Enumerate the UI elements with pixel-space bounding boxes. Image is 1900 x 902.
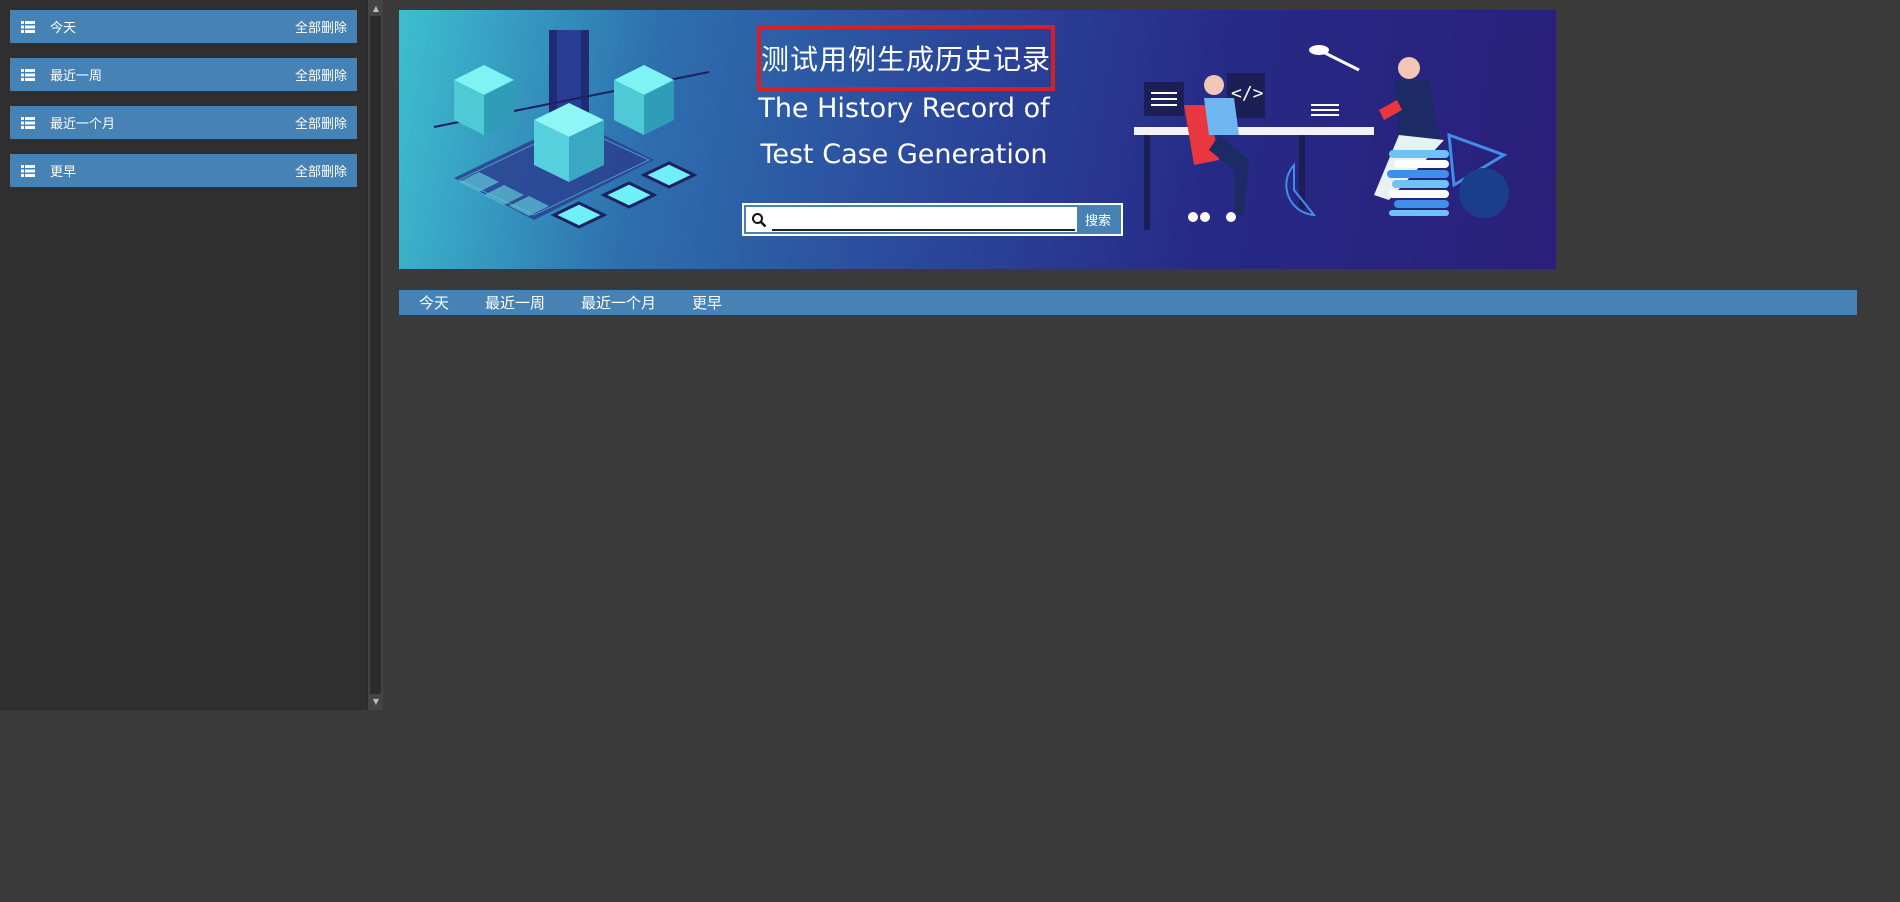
history-sidebar: 今天 全部删除 最近一周 全部删除 最近一个月 全部删除 更早 全部删除 [0,0,367,710]
sidebar-scrollbar[interactable]: ▲ ▼ [367,0,383,710]
tab-week[interactable]: 最近一周 [467,292,563,313]
list-icon [21,68,35,81]
tab-month[interactable]: 最近一个月 [563,292,674,313]
sidebar-group-label: 最近一个月 [50,117,116,132]
delete-all-button[interactable]: 全部删除 [295,17,347,36]
list-icon [21,116,35,129]
scrollbar-thumb[interactable] [370,16,381,694]
server-cluster-illustration [433,30,710,229]
banner-subtitle-line2: Test Case Generation [760,139,1048,170]
tab-today[interactable]: 今天 [399,292,467,313]
sidebar-group-label: 今天 [50,21,77,36]
header-banner: </> 测试用例生成历史记录 The History Record of Tes… [399,10,1556,269]
list-icon [21,164,35,177]
code-glyph: </> [1231,83,1264,104]
banner-subtitle-line1: The History Record of [758,93,1050,124]
office-workers-illustration [1134,45,1509,230]
page-title: 测试用例生成历史记录 [757,25,1055,91]
app-root: 今天 全部删除 最近一周 全部删除 最近一个月 全部删除 更早 全部删除 ▲ ▼… [0,0,1900,902]
tab-earlier[interactable]: 更早 [674,292,740,313]
svg-text:</>: </> [1231,83,1264,104]
delete-all-button[interactable]: 全部删除 [295,113,347,132]
sidebar-group-label: 最近一周 [50,69,103,84]
search-bar: 搜索 [744,205,1121,234]
delete-all-button[interactable]: 全部删除 [295,161,347,180]
sidebar-group-month[interactable]: 最近一个月 全部删除 [10,106,357,139]
search-button[interactable]: 搜索 [1077,207,1119,232]
sidebar-group-earlier[interactable]: 更早 全部删除 [10,154,357,187]
time-filter-tabs: 今天 最近一周 最近一个月 更早 [399,290,1857,315]
list-icon [21,20,35,33]
delete-all-button[interactable]: 全部删除 [295,65,347,84]
sidebar-group-today[interactable]: 今天 全部删除 [10,10,357,43]
search-icon [746,207,772,232]
scroll-up-arrow-icon[interactable]: ▲ [368,1,384,15]
sidebar-group-label: 更早 [50,165,77,180]
scroll-down-arrow-icon[interactable]: ▼ [368,694,384,708]
search-input[interactable] [772,208,1075,231]
sidebar-group-week[interactable]: 最近一周 全部删除 [10,58,357,91]
